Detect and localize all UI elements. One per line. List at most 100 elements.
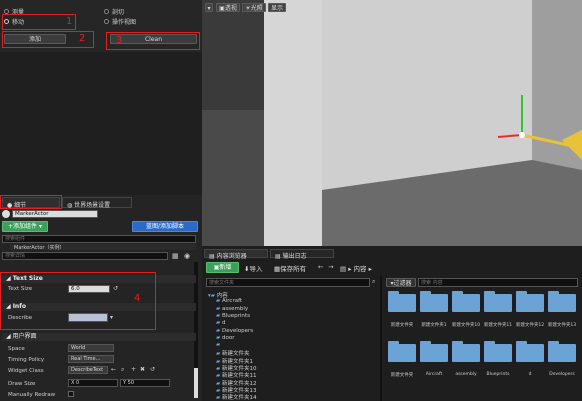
tree-item[interactable]: ▰ Blueprints bbox=[216, 313, 250, 319]
blueprint-button[interactable]: 蓝图/添加脚本 bbox=[132, 221, 198, 232]
filter-button[interactable]: ▾过滤器 bbox=[386, 278, 416, 287]
radio-icon bbox=[104, 19, 109, 24]
show-button[interactable]: 显示 bbox=[268, 3, 286, 12]
tree-item[interactable]: ▰ d bbox=[216, 320, 225, 326]
annotation-number-4: 4 bbox=[134, 293, 141, 304]
content-search-input[interactable]: 搜索 内容 bbox=[418, 278, 578, 287]
annotation-number-1: 1 bbox=[66, 16, 73, 27]
folder-tile[interactable] bbox=[420, 341, 448, 362]
tree-item-label: door bbox=[221, 334, 235, 341]
tree-item[interactable]: ▰ door bbox=[216, 335, 234, 341]
folder-tile-label: 新建文件夹13 bbox=[547, 323, 577, 328]
filter-label: 过滤器 bbox=[393, 280, 412, 287]
tree-item-label: Blueprints bbox=[221, 312, 250, 319]
tab-world-label: 世界场景设置 bbox=[74, 202, 111, 209]
cut-option[interactable]: 剖切 bbox=[104, 7, 124, 16]
folder-tile[interactable] bbox=[516, 291, 544, 312]
details-search-input[interactable]: 搜索详情 bbox=[2, 252, 168, 260]
chevron-right-icon: ▸ bbox=[366, 265, 372, 273]
save-all-button[interactable]: ▦保存所有 bbox=[274, 263, 306, 273]
scene-render bbox=[202, 0, 582, 246]
manually-redraw-checkbox[interactable] bbox=[68, 391, 74, 397]
annotation-number-2: 2 bbox=[79, 33, 86, 44]
space-select[interactable]: World bbox=[68, 344, 114, 352]
folder-tile-label: 新建文件夹11 bbox=[483, 323, 513, 328]
left-panel: 测量 剖切 移动 操作视图 添加 Clean 1 2 3 ● 细节 ◍ 世界场景… bbox=[0, 0, 202, 401]
tab-output-log[interactable]: ▤ 输出日志 bbox=[270, 249, 334, 260]
folder-search-input[interactable]: 搜索文件夹 bbox=[206, 278, 370, 287]
annotation-box-details bbox=[0, 195, 62, 209]
arrow-left-icon[interactable]: ← bbox=[111, 366, 116, 373]
folder-tile[interactable] bbox=[484, 341, 512, 362]
cut-label: 剖切 bbox=[112, 9, 125, 16]
add-component-button[interactable]: +添加组件 ▾ bbox=[2, 221, 48, 232]
folder-tile-label: Aircraft bbox=[425, 372, 443, 377]
folder-tile[interactable] bbox=[420, 291, 448, 312]
folder-tab-icon: ▤ bbox=[209, 253, 217, 260]
widget-class-select[interactable]: DescribeText bbox=[68, 366, 108, 374]
eye-icon[interactable]: ◉ bbox=[184, 252, 192, 260]
draw-size-y-input[interactable]: Y 50 bbox=[120, 379, 170, 387]
tree-item-label: assembly bbox=[221, 305, 249, 312]
perspective-label: 透视 bbox=[224, 5, 237, 12]
folder-tile[interactable] bbox=[388, 341, 416, 362]
tree-item[interactable]: ▰ Aircraft bbox=[216, 298, 242, 304]
folder-tile-label: 新建文件夹1 bbox=[421, 323, 447, 328]
new-label: 新增 bbox=[219, 264, 232, 271]
component-item[interactable]: MarkerActor（实例） bbox=[10, 244, 196, 251]
folder-tile[interactable] bbox=[452, 341, 480, 362]
timing-policy-select[interactable]: Real Time... bbox=[68, 355, 114, 363]
delete-icon[interactable]: ✖ bbox=[140, 366, 145, 373]
new-button[interactable]: ▣新增 bbox=[206, 262, 239, 273]
splitter[interactable] bbox=[380, 276, 382, 401]
grid-view-icon[interactable]: ▦ bbox=[172, 252, 180, 260]
log-icon: ▤ bbox=[275, 253, 283, 260]
forward-icon[interactable]: → bbox=[328, 263, 333, 271]
folder-tile[interactable] bbox=[484, 291, 512, 312]
folder-tile[interactable] bbox=[548, 341, 576, 362]
breadcrumb[interactable]: ▤ ▸ 内容 ▸ bbox=[340, 263, 372, 273]
scene-view-label: 操作视图 bbox=[112, 19, 137, 26]
tree-item[interactable]: ▰ 新建文件夹14 bbox=[216, 393, 256, 401]
folder-tile[interactable] bbox=[452, 291, 480, 312]
tab-output-log-label: 输出日志 bbox=[282, 253, 307, 260]
perspective-button[interactable]: ▣透视 bbox=[216, 3, 240, 12]
search-icon[interactable]: ⌕ bbox=[121, 366, 124, 374]
tree-item-label: Developers bbox=[221, 327, 254, 334]
folder-tile[interactable] bbox=[388, 291, 416, 312]
save-all-label: 保存所有 bbox=[280, 265, 307, 273]
component-search-input[interactable]: 搜索组件 bbox=[2, 235, 196, 243]
tree-item-label: d bbox=[221, 320, 226, 327]
folder-tile-label: 新建文件夹 bbox=[390, 373, 414, 378]
back-icon[interactable]: ← bbox=[318, 263, 323, 271]
tree-item[interactable]: ▰ assembly bbox=[216, 306, 248, 312]
viewport[interactable]: ▾ ▣透视 ☀光照 显示 bbox=[202, 0, 582, 246]
content-browser: ▤ 内容浏览器 ▤ 输出日志 ▣新增 ⬇导入 ▦保存所有 ← → ▤ ▸ 内容 … bbox=[202, 246, 582, 401]
folder-tile-label: d bbox=[528, 372, 532, 377]
annotation-number-3: 3 bbox=[116, 35, 123, 46]
actor-name-field[interactable]: MarkerActor bbox=[12, 210, 98, 218]
annotation-box-1 bbox=[2, 14, 76, 30]
ui-section[interactable]: ◢ 用户界面 bbox=[2, 333, 196, 341]
tree-item-label: Aircraft bbox=[221, 298, 243, 305]
import-label: 导入 bbox=[249, 265, 263, 273]
reset-icon[interactable]: ↺ bbox=[150, 366, 155, 373]
manually-redraw-label: Manually Redraw bbox=[8, 392, 56, 398]
lit-button[interactable]: ☀光照 bbox=[242, 3, 266, 12]
tree-item[interactable]: ▰ bbox=[216, 342, 220, 348]
draw-size-x-input[interactable]: X 0 bbox=[68, 379, 118, 387]
actor-icon bbox=[2, 210, 10, 218]
tab-content-browser-label: 内容浏览器 bbox=[216, 253, 247, 260]
folder-tile-label: 新建文件夹 bbox=[390, 323, 414, 328]
tab-content-browser[interactable]: ▤ 内容浏览器 bbox=[204, 249, 268, 260]
tab-world-settings[interactable]: ◍ 世界场景设置 bbox=[62, 197, 132, 209]
add-icon[interactable]: + bbox=[131, 366, 136, 373]
import-button[interactable]: ⬇导入 bbox=[244, 263, 262, 273]
viewport-menu-button[interactable]: ▾ bbox=[205, 3, 213, 12]
folder-tile[interactable] bbox=[516, 341, 544, 362]
folder-icon: ▰ bbox=[216, 342, 221, 349]
folder-tile-label: 新建文件夹10 bbox=[451, 323, 481, 328]
tree-item[interactable]: ▰ Developers bbox=[216, 328, 253, 334]
folder-tile[interactable] bbox=[548, 291, 576, 312]
scene-view-option[interactable]: 操作视图 bbox=[104, 17, 136, 26]
